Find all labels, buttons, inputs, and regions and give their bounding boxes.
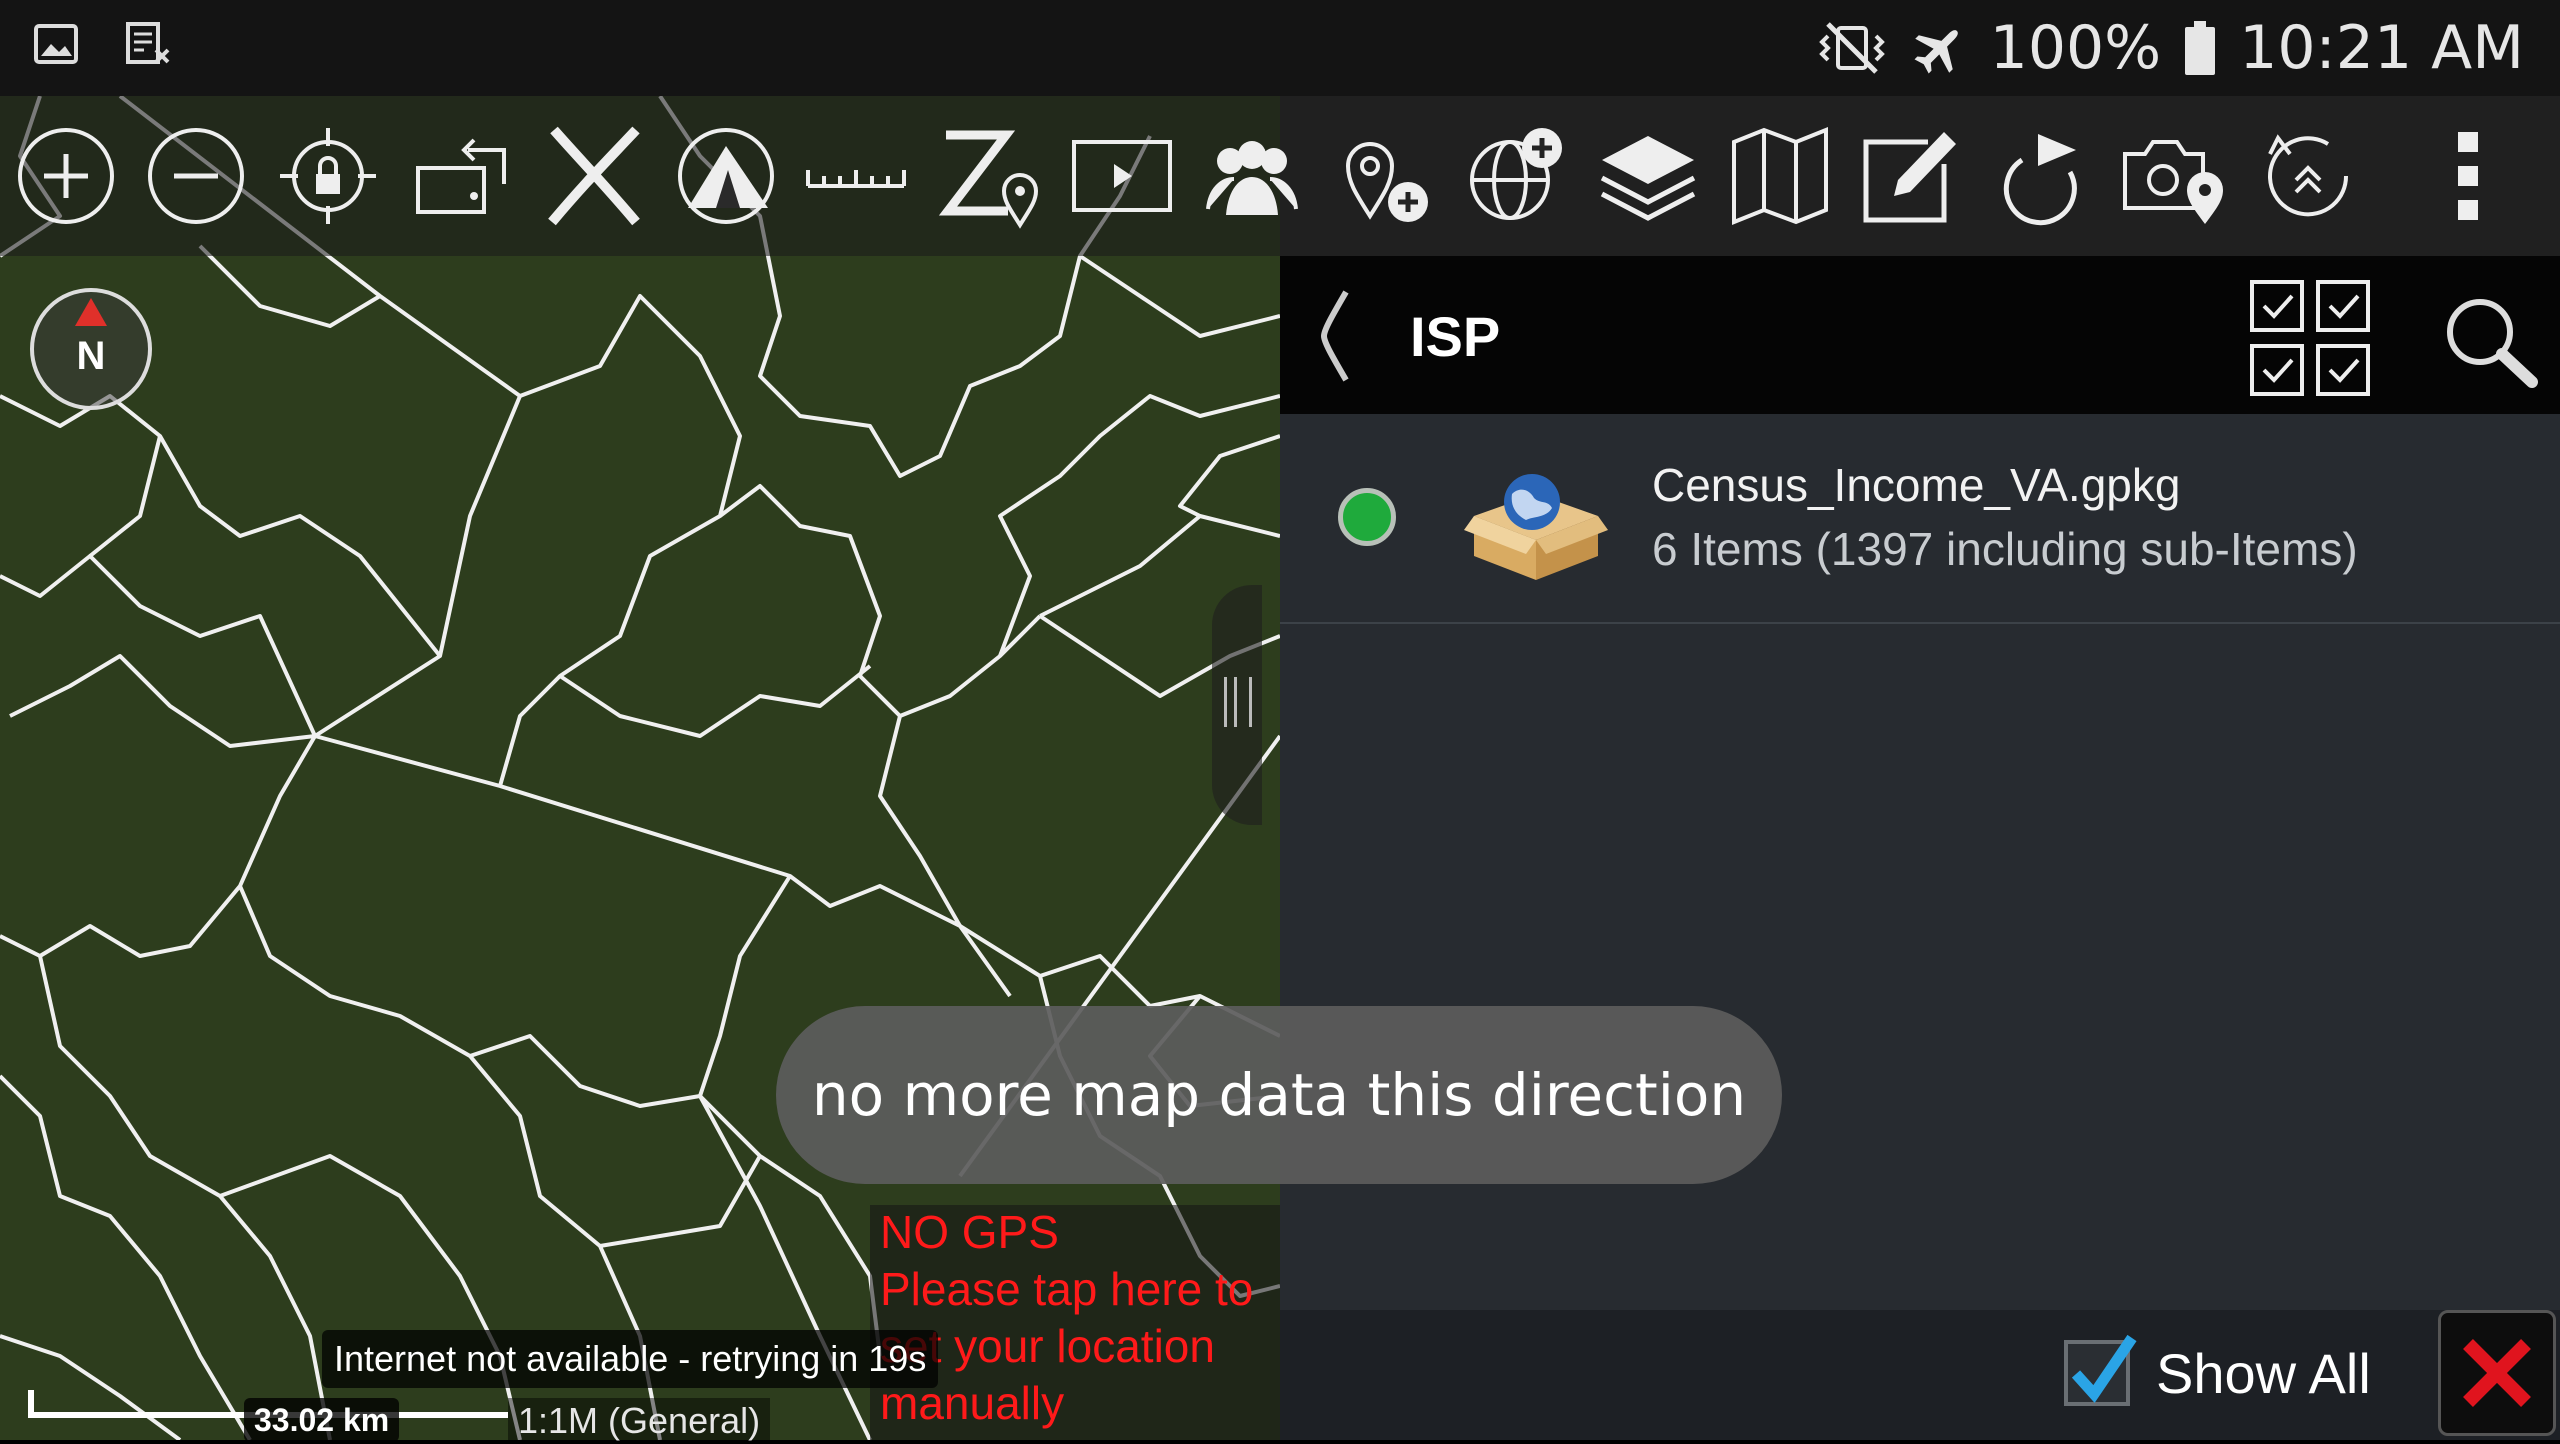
edit-icon[interactable] bbox=[1852, 114, 1968, 238]
layers-icon[interactable] bbox=[1590, 114, 1706, 238]
toast-text: no more map data this direction bbox=[811, 1061, 1747, 1129]
geopackage-icon bbox=[1460, 464, 1610, 584]
multi-select-icon bbox=[2250, 280, 2370, 396]
cancel-icon[interactable] bbox=[536, 114, 652, 238]
panel-title: ISP bbox=[1410, 305, 1501, 368]
compass-label: N bbox=[76, 334, 106, 378]
vibrate-mute-icon bbox=[1814, 20, 1890, 76]
show-all-toggle[interactable]: Show All bbox=[2064, 1334, 2371, 1406]
show-all-label: Show All bbox=[2156, 1341, 2371, 1405]
toast-message: no more map data this direction bbox=[776, 1006, 1782, 1184]
back-button[interactable] bbox=[1302, 286, 1372, 386]
close-button[interactable] bbox=[2438, 1310, 2556, 1436]
item-description: 6 Items (1397 including sub-Items) bbox=[1652, 523, 2358, 575]
add-point-icon[interactable] bbox=[1326, 114, 1442, 238]
select-all-button[interactable] bbox=[2246, 276, 2376, 400]
add-overlay-icon[interactable] bbox=[1458, 114, 1574, 238]
measure-ruler-icon[interactable] bbox=[798, 114, 914, 238]
gps-warning-line: manually bbox=[880, 1377, 1065, 1429]
scale-zoom-level: 1:1M (General) bbox=[508, 1398, 771, 1442]
airplane-mode-icon bbox=[1912, 20, 1968, 76]
camera-location-icon[interactable] bbox=[2116, 114, 2232, 238]
image-icon bbox=[30, 18, 82, 74]
item-name: Census_Income_VA.gpkg bbox=[1652, 459, 2181, 511]
north-arrow-icon bbox=[75, 298, 107, 326]
panel-drag-handle[interactable] bbox=[1212, 585, 1262, 825]
lock-location-icon[interactable] bbox=[270, 114, 386, 238]
route-icon[interactable] bbox=[1984, 114, 2100, 238]
compass[interactable]: N bbox=[30, 288, 152, 410]
rotate-map-icon[interactable] bbox=[404, 114, 520, 238]
close-icon bbox=[2463, 1339, 2531, 1407]
gps-warning-line: set your location bbox=[880, 1320, 1215, 1372]
play-video-icon[interactable] bbox=[1064, 114, 1180, 238]
tent-icon[interactable] bbox=[668, 114, 784, 238]
panel-header: ISP bbox=[1280, 256, 2560, 414]
more-icon[interactable] bbox=[2410, 114, 2526, 238]
z-pin-icon[interactable] bbox=[930, 114, 1046, 238]
status-bar: 100% 10:21 AM bbox=[0, 0, 2560, 96]
grip-icon bbox=[1224, 677, 1252, 727]
overlay-panel: ISP Census_Income_VA.gpkg 6 Items (1397 … bbox=[1280, 256, 2560, 1440]
clock: 10:21 AM bbox=[2239, 13, 2524, 83]
zoom-in-icon[interactable] bbox=[8, 114, 124, 238]
list-item[interactable]: Census_Income_VA.gpkg 6 Items (1397 incl… bbox=[1280, 414, 2560, 624]
search-icon bbox=[2447, 299, 2538, 388]
panel-footer: Show All bbox=[1280, 1310, 2560, 1440]
battery-icon bbox=[2183, 19, 2217, 77]
gps-warning[interactable]: NO GPS Please tap here to set your locat… bbox=[880, 1204, 1300, 1432]
chevron-left-icon bbox=[1320, 290, 1349, 382]
contacts-icon[interactable] bbox=[1194, 114, 1310, 238]
status-indicator[interactable] bbox=[1338, 488, 1396, 546]
battery-percent: 100% bbox=[1989, 13, 2162, 83]
show-all-checkbox[interactable] bbox=[2064, 1334, 2137, 1406]
internet-notice: Internet not available - retrying in 19s bbox=[322, 1330, 939, 1388]
zoom-out-icon[interactable] bbox=[138, 114, 254, 238]
gps-warning-line: NO GPS bbox=[880, 1206, 1059, 1258]
map-icon[interactable] bbox=[1722, 114, 1838, 238]
refresh-icon[interactable] bbox=[2250, 114, 2366, 238]
scale-distance: 33.02 km bbox=[244, 1398, 400, 1442]
gps-warning-line: Please tap here to bbox=[880, 1263, 1254, 1315]
toolbar bbox=[0, 96, 2560, 256]
checkmark-icon bbox=[2071, 1334, 2137, 1403]
screenshot-icon bbox=[122, 18, 174, 74]
search-button[interactable] bbox=[2440, 292, 2540, 392]
